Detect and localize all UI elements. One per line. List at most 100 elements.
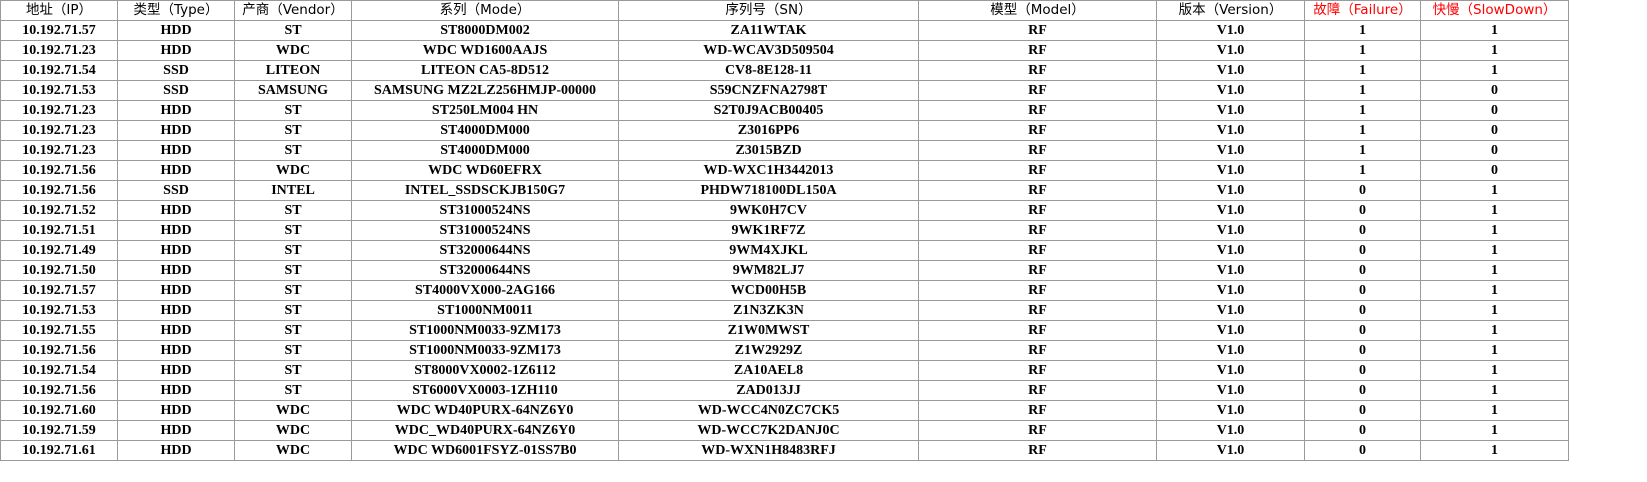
slowdown-cell: 1	[1420, 300, 1569, 321]
sn-cell: 9WK1RF7Z	[618, 220, 919, 241]
table-row: 10.192.71.49 HDD ST ST32000644NS 9WM4XJKL RF V…	[0, 240, 1569, 261]
ip-cell: 10.192.71.56	[0, 340, 118, 361]
vendor-cell: ST	[234, 380, 352, 401]
vendor-cell: LITEON	[234, 60, 352, 81]
failure-cell: 0	[1304, 220, 1421, 241]
failure-cell: 0	[1304, 300, 1421, 321]
mode-cell: ST4000DM000	[351, 140, 619, 161]
ip-cell: 10.192.71.59	[0, 420, 118, 441]
ip-cell: 10.192.71.23	[0, 40, 118, 61]
version-cell: V1.0	[1156, 60, 1305, 81]
slowdown-cell: 1	[1420, 280, 1569, 301]
failure-cell: 1	[1304, 160, 1421, 181]
table-row: 10.192.71.57 HDD ST ST8000DM002 ZA11WTAK RF V1…	[0, 20, 1569, 41]
mode-cell: ST1000NM0033-9ZM173	[351, 340, 619, 361]
ip-cell: 10.192.71.54	[0, 60, 118, 81]
version-cell: V1.0	[1156, 20, 1305, 41]
failure-cell: 0	[1304, 260, 1421, 281]
header-slowdown: 快慢（SlowDown）	[1420, 0, 1569, 21]
header-vendor: 产商（Vendor）	[234, 0, 352, 21]
table-row: 10.192.71.59 HDD WDC WDC_WD40PURX-64NZ6Y0 WD…	[0, 420, 1569, 441]
version-cell: V1.0	[1156, 400, 1305, 421]
table-row: 10.192.71.56 HDD WDC WDC WD60EFRX WD-WXC1H34…	[0, 160, 1569, 181]
type-cell: SSD	[117, 80, 235, 101]
model-cell: RF	[918, 100, 1157, 121]
sn-cell: Z1W0MWST	[618, 320, 919, 341]
failure-cell: 0	[1304, 240, 1421, 261]
model-cell: RF	[918, 200, 1157, 221]
sn-cell: WD-WXC1H3442013	[618, 160, 919, 181]
version-cell: V1.0	[1156, 140, 1305, 161]
header-sn: 序列号（SN）	[618, 0, 919, 21]
slowdown-cell: 1	[1420, 400, 1569, 421]
failure-cell: 1	[1304, 60, 1421, 81]
vendor-cell: ST	[234, 100, 352, 121]
model-cell: RF	[918, 440, 1157, 461]
version-cell: V1.0	[1156, 320, 1305, 341]
sn-cell: PHDW718100DL150A	[618, 180, 919, 201]
ip-cell: 10.192.71.54	[0, 360, 118, 381]
vendor-cell: ST	[234, 340, 352, 361]
header-version: 版本（Version）	[1156, 0, 1305, 21]
sn-cell: 9WK0H7CV	[618, 200, 919, 221]
slowdown-cell: 0	[1420, 160, 1569, 181]
vendor-cell: WDC	[234, 400, 352, 421]
type-cell: HDD	[117, 280, 235, 301]
version-cell: V1.0	[1156, 380, 1305, 401]
slowdown-cell: 0	[1420, 140, 1569, 161]
ip-cell: 10.192.71.57	[0, 280, 118, 301]
failure-cell: 1	[1304, 120, 1421, 141]
sn-cell: Z3016PP6	[618, 120, 919, 141]
sn-cell: 9WM82LJ7	[618, 260, 919, 281]
vendor-cell: ST	[234, 20, 352, 41]
version-cell: V1.0	[1156, 180, 1305, 201]
model-cell: RF	[918, 180, 1157, 201]
model-cell: RF	[918, 20, 1157, 41]
sn-cell: CV8-8E128-11	[618, 60, 919, 81]
type-cell: HDD	[117, 440, 235, 461]
sn-cell: WD-WCAV3D509504	[618, 40, 919, 61]
table-row: 10.192.71.55 HDD ST ST1000NM0033-9ZM173 Z1W0…	[0, 320, 1569, 341]
model-cell: RF	[918, 400, 1157, 421]
mode-cell: INTEL_SSDSCKJB150G7	[351, 180, 619, 201]
ip-cell: 10.192.71.56	[0, 160, 118, 181]
type-cell: HDD	[117, 340, 235, 361]
mode-cell: ST8000DM002	[351, 20, 619, 41]
vendor-cell: INTEL	[234, 180, 352, 201]
table-body: 10.192.71.57 HDD ST ST8000DM002 ZA11WTAK RF V1…	[0, 20, 1569, 461]
table-row: 10.192.71.50 HDD ST ST32000644NS 9WM82LJ7 RF V…	[0, 260, 1569, 281]
table-row: 10.192.71.52 HDD ST ST31000524NS 9WK0H7CV RF V…	[0, 200, 1569, 221]
table-row: 10.192.71.23 HDD ST ST250LM004 HN S2T0J9ACB0…	[0, 100, 1569, 121]
table-row: 10.192.71.23 HDD ST ST4000DM000 Z3015BZD RF V1…	[0, 140, 1569, 161]
table-row: 10.192.71.61 HDD WDC WDC WD6001FSYZ-01SS7B0…	[0, 440, 1569, 461]
type-cell: HDD	[117, 160, 235, 181]
vendor-cell: ST	[234, 260, 352, 281]
ip-cell: 10.192.71.53	[0, 300, 118, 321]
slowdown-cell: 1	[1420, 360, 1569, 381]
type-cell: HDD	[117, 200, 235, 221]
model-cell: RF	[918, 360, 1157, 381]
ip-cell: 10.192.71.52	[0, 200, 118, 221]
vendor-cell: ST	[234, 200, 352, 221]
sn-cell: WD-WCC7K2DANJ0C	[618, 420, 919, 441]
failure-cell: 1	[1304, 80, 1421, 101]
slowdown-cell: 1	[1420, 180, 1569, 201]
table-row: 10.192.71.54 HDD ST ST8000VX0002-1Z6112 ZA10…	[0, 360, 1569, 381]
ip-cell: 10.192.71.23	[0, 120, 118, 141]
mode-cell: ST250LM004 HN	[351, 100, 619, 121]
model-cell: RF	[918, 340, 1157, 361]
sn-cell: ZAD013JJ	[618, 380, 919, 401]
table-row: 10.192.71.23 HDD WDC WDC WD1600AAJS WD-WCAV3…	[0, 40, 1569, 61]
slowdown-cell: 1	[1420, 20, 1569, 41]
mode-cell: SAMSUNG MZ2LZ256HMJP-00000	[351, 80, 619, 101]
sn-cell: 9WM4XJKL	[618, 240, 919, 261]
version-cell: V1.0	[1156, 120, 1305, 141]
ip-cell: 10.192.71.56	[0, 180, 118, 201]
failure-cell: 0	[1304, 280, 1421, 301]
ip-cell: 10.192.71.61	[0, 440, 118, 461]
ip-cell: 10.192.71.56	[0, 380, 118, 401]
mode-cell: ST1000NM0011	[351, 300, 619, 321]
header-row: 地址（IP） 类型（Type） 产商（Vendor） 系列（Mode） 序列号（…	[0, 0, 1569, 21]
failure-cell: 1	[1304, 140, 1421, 161]
ip-cell: 10.192.71.55	[0, 320, 118, 341]
